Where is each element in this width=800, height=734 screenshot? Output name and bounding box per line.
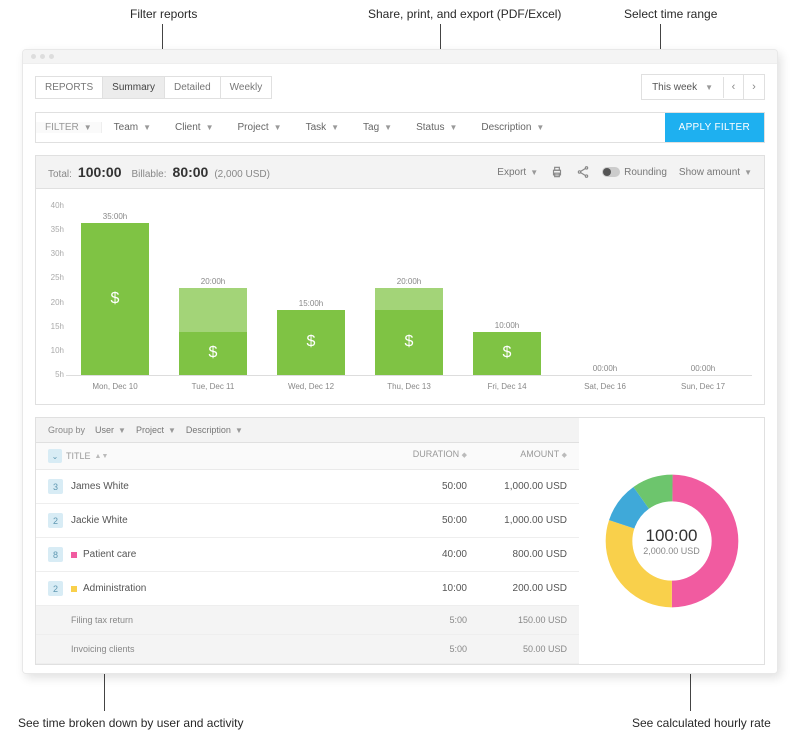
- bar-col: 15:00h$: [262, 201, 360, 375]
- chart-panel: Total: 100:00 Billable: 80:00 (2,000 USD…: [35, 155, 765, 405]
- col-duration[interactable]: DURATION ◆: [387, 449, 467, 463]
- prev-period-button[interactable]: ‹: [724, 75, 744, 99]
- bar-col: 00:00h: [654, 201, 752, 375]
- group-by-description[interactable]: Description▼: [186, 425, 243, 435]
- next-period-button[interactable]: ›: [744, 75, 764, 99]
- annotation-rate: See calculated hourly rate: [632, 716, 771, 730]
- tab-reports[interactable]: REPORTS: [36, 77, 103, 98]
- table-row[interactable]: Invoicing clients5:0050.00 USD: [36, 635, 579, 664]
- filter-label[interactable]: FILTER▼: [36, 122, 102, 133]
- tab-detailed[interactable]: Detailed: [165, 77, 221, 98]
- app-window: REPORTS Summary Detailed Weekly This wee…: [22, 49, 778, 674]
- table-row[interactable]: 8Patient care40:00800.00 USD: [36, 538, 579, 572]
- bar-col: 35:00h$: [66, 201, 164, 375]
- filter-team[interactable]: Team▼: [102, 122, 163, 133]
- filter-status[interactable]: Status▼: [404, 122, 469, 133]
- bar-col: 20:00h$: [360, 201, 458, 375]
- print-icon[interactable]: [550, 165, 564, 179]
- tab-weekly[interactable]: Weekly: [221, 77, 272, 98]
- show-amount-button[interactable]: Show amount▼: [679, 167, 752, 178]
- bar-col: 20:00h$: [164, 201, 262, 375]
- group-by-project[interactable]: Project▼: [136, 425, 176, 435]
- filter-project[interactable]: Project▼: [226, 122, 294, 133]
- annotation-share: Share, print, and export (PDF/Excel): [368, 7, 561, 21]
- donut-chart: 100:00 2,000.00 USD: [602, 471, 742, 611]
- donut-total: 100:00: [646, 526, 698, 546]
- annotation-filter: Filter reports: [130, 7, 197, 21]
- table-row[interactable]: 2Jackie White50:001,000.00 USD: [36, 504, 579, 538]
- time-range-button[interactable]: This week▼: [642, 77, 724, 98]
- bar-col: 00:00h: [556, 201, 654, 375]
- export-button[interactable]: Export▼: [497, 167, 538, 178]
- table-row[interactable]: Filing tax return5:00150.00 USD: [36, 606, 579, 635]
- tab-summary[interactable]: Summary: [103, 77, 165, 98]
- col-amount[interactable]: AMOUNT ◆: [467, 449, 567, 463]
- filter-tag[interactable]: Tag▼: [351, 122, 404, 133]
- filter-client[interactable]: Client▼: [163, 122, 226, 133]
- report-tabs: REPORTS Summary Detailed Weekly: [35, 76, 272, 99]
- bar-col: 10:00h$: [458, 201, 556, 375]
- annotation-breakdown: See time broken down by user and activit…: [18, 716, 243, 730]
- table-row[interactable]: 3James White50:001,000.00 USD: [36, 470, 579, 504]
- filter-description[interactable]: Description▼: [469, 122, 556, 133]
- apply-filter-button[interactable]: APPLY FILTER: [665, 113, 764, 142]
- breakdown-panel: Group by User▼ Project▼ Description▼ ⌄TI…: [35, 417, 765, 665]
- rounding-toggle[interactable]: Rounding: [602, 167, 667, 178]
- group-by-user[interactable]: User▼: [95, 425, 126, 435]
- time-range-selector: This week▼ ‹ ›: [641, 74, 765, 100]
- filter-task[interactable]: Task▼: [294, 122, 351, 133]
- bar-chart: 40h 35h 30h 25h 20h 15h 10h 5h 35:00h$20…: [36, 189, 764, 404]
- totals: Total: 100:00 Billable: 80:00 (2,000 USD…: [48, 164, 270, 180]
- donut-amount: 2,000.00 USD: [643, 546, 700, 556]
- filter-bar: FILTER▼ Team▼ Client▼ Project▼ Task▼ Tag…: [35, 112, 765, 143]
- window-titlebar: [23, 50, 777, 64]
- annotation-time-range: Select time range: [624, 7, 717, 21]
- col-title[interactable]: ⌄TITLE▲▼: [48, 449, 387, 463]
- share-icon[interactable]: [576, 165, 590, 179]
- group-by-label: Group by: [48, 425, 85, 435]
- table-row[interactable]: 2Administration10:00200.00 USD: [36, 572, 579, 606]
